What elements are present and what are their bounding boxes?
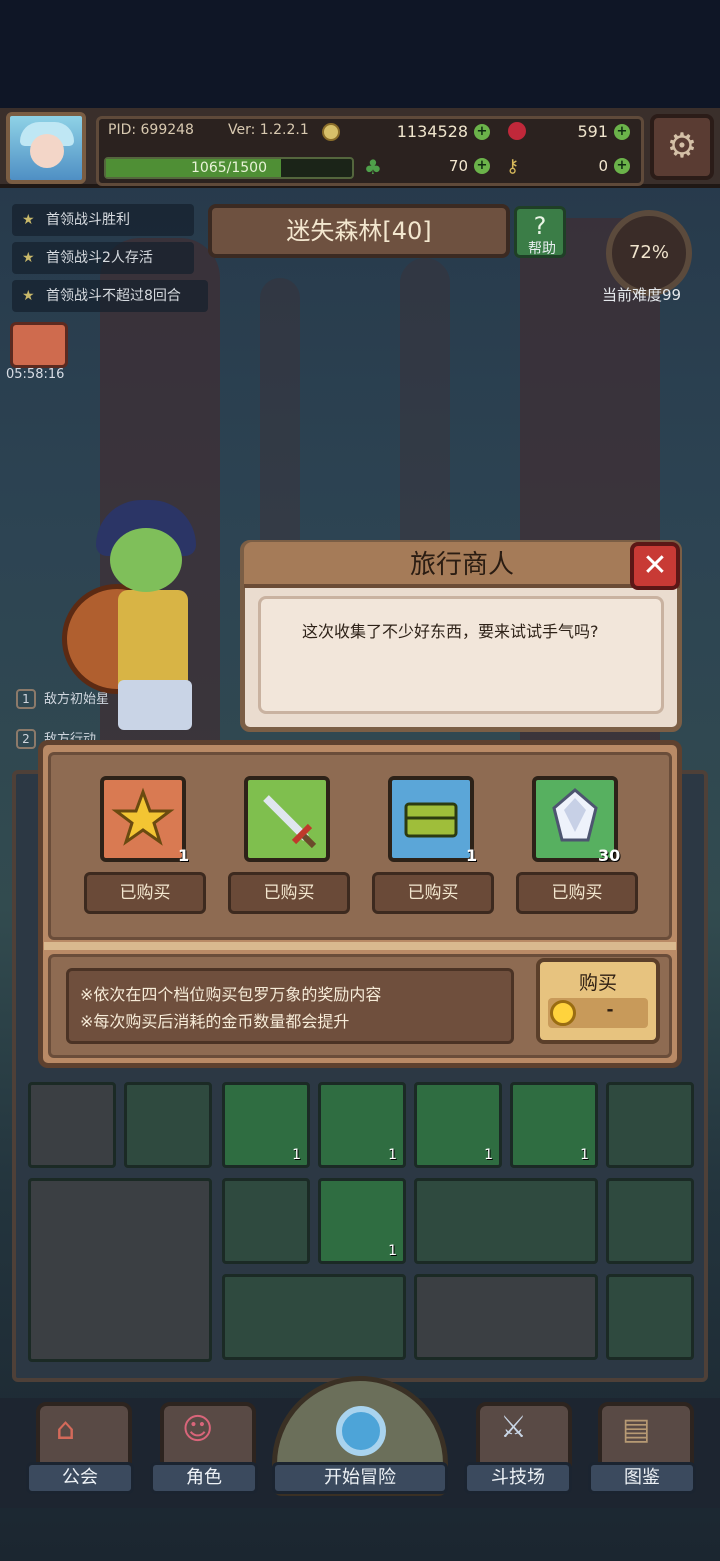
quest-text: 首领战斗胜利 (46, 212, 130, 228)
grid-cell (606, 1178, 694, 1264)
grid-cell (606, 1274, 694, 1360)
chest-icon (404, 802, 458, 838)
star-icon (111, 787, 175, 846)
shop-item-star[interactable] (100, 776, 186, 862)
coin-icon (322, 123, 340, 141)
magnifier-icon (336, 1406, 386, 1456)
apple-icon (508, 122, 526, 140)
grid-cell[interactable]: 1 (414, 1082, 502, 1168)
nav-label-character[interactable]: 角色 (150, 1462, 258, 1494)
item-count: 30 (598, 846, 621, 865)
merchant-head (110, 528, 182, 592)
cell-count: 1 (388, 1243, 397, 1259)
guild-icon: ⌂ (56, 1412, 76, 1447)
grid-cell (414, 1274, 598, 1360)
shop-note: ※每次购买后消耗的金币数量都会提升 (80, 1012, 350, 1031)
nav-label-guild[interactable]: 公会 (26, 1462, 134, 1494)
background-line: 1 敌方初始星 (16, 688, 109, 709)
quest-text: 首领战斗不超过8回合 (46, 288, 181, 304)
item-count: 1 (466, 846, 478, 865)
gem-amount: 591 (577, 122, 608, 141)
grid-cell (124, 1082, 212, 1168)
dialog-body (258, 596, 664, 714)
cell-count: 1 (484, 1147, 493, 1163)
cell-count: 1 (580, 1147, 589, 1163)
clover-icon: ♣ (364, 155, 382, 179)
add-gold-button[interactable]: + (474, 124, 490, 140)
bought-button[interactable]: 已购买 (372, 872, 494, 914)
star-icon: ★ (22, 288, 35, 304)
avatar-face (30, 134, 64, 168)
player-id: PID: 699248 (108, 122, 194, 138)
coin-icon (550, 1000, 576, 1026)
grid-cell (414, 1178, 598, 1264)
key-icon: ⚷ (506, 156, 520, 177)
key-amount: 0 (598, 157, 608, 175)
close-button[interactable]: ✕ (630, 542, 680, 590)
book-icon: ▤ (622, 1412, 651, 1447)
buy-price: - (606, 1000, 614, 1020)
grid-cell (222, 1274, 406, 1360)
quest-text: 首领战斗2人存活 (46, 250, 153, 266)
grid-cell (222, 1178, 310, 1264)
add-gem-button[interactable]: + (614, 124, 630, 140)
gold-amount: 1134528 (396, 122, 468, 141)
character-icon: ☺ (182, 1412, 214, 1447)
grid-cell (28, 1082, 116, 1168)
settings-button[interactable]: ⚙ (650, 114, 714, 180)
grid-cell (606, 1082, 694, 1168)
add-clover-button[interactable]: + (474, 158, 490, 174)
stage-title: 迷失森林[40] (208, 204, 510, 258)
cell-count: 1 (388, 1147, 397, 1163)
help-label: 帮助 (528, 241, 556, 257)
cell-count: 1 (292, 1147, 301, 1163)
xp-bar: 1065/1500 (104, 157, 354, 179)
bought-button[interactable]: 已购买 (84, 872, 206, 914)
gear-icon: ⚙ (666, 126, 698, 166)
grid-cell[interactable]: 1 (222, 1082, 310, 1168)
sword-icon (263, 795, 317, 849)
shop-item-sword[interactable] (244, 776, 330, 862)
help-icon: ? (533, 212, 547, 240)
grid-cell[interactable]: 1 (318, 1082, 406, 1168)
add-key-button[interactable]: + (614, 158, 630, 174)
nav-label-codex[interactable]: 图鉴 (588, 1462, 696, 1494)
buy-button-label: 购买 (578, 972, 617, 994)
close-icon: ✕ (642, 548, 668, 583)
nav-label-start[interactable]: 开始冒险 (272, 1462, 448, 1494)
dialog-title: 旅行商人 (244, 542, 680, 588)
dialog-text: 这次收集了不少好东西，要来试试手气吗? (302, 622, 599, 641)
shop-notes (66, 968, 514, 1044)
player-avatar[interactable] (6, 112, 86, 184)
merchant-legs (118, 680, 192, 730)
shop-divider (44, 942, 676, 950)
chest-timer: 05:58:16 (6, 367, 65, 382)
grid-cell (28, 1178, 212, 1362)
version-label: Ver: 1.2.2.1 (228, 122, 309, 138)
shop-note: ※依次在四个档位购买包罗万象的奖励内容 (80, 985, 382, 1004)
nav-label-arena[interactable]: 斗技场 (464, 1462, 572, 1494)
quest-item: ★ 首领战斗胜利 (12, 204, 194, 236)
quest-item: ★ 首领战斗2人存活 (12, 242, 194, 274)
star-icon: ★ (22, 212, 35, 228)
bought-button[interactable]: 已购买 (228, 872, 350, 914)
gift-chest-icon[interactable] (10, 322, 68, 368)
bought-button[interactable]: 已购买 (516, 872, 638, 914)
xp-text: 1065/1500 (191, 160, 267, 176)
shop-item-chest[interactable] (388, 776, 474, 862)
crossed-swords-icon: ⚔ (500, 1410, 527, 1445)
quest-item: ★ 首领战斗不超过8回合 (12, 280, 208, 312)
clover-amount: 70 (448, 157, 468, 175)
grid-cell[interactable]: 1 (318, 1178, 406, 1264)
difficulty-label: 当前难度99 (602, 286, 682, 304)
grid-cell[interactable]: 1 (510, 1082, 598, 1168)
item-count: 1 (178, 846, 190, 865)
star-icon: ★ (22, 250, 35, 266)
